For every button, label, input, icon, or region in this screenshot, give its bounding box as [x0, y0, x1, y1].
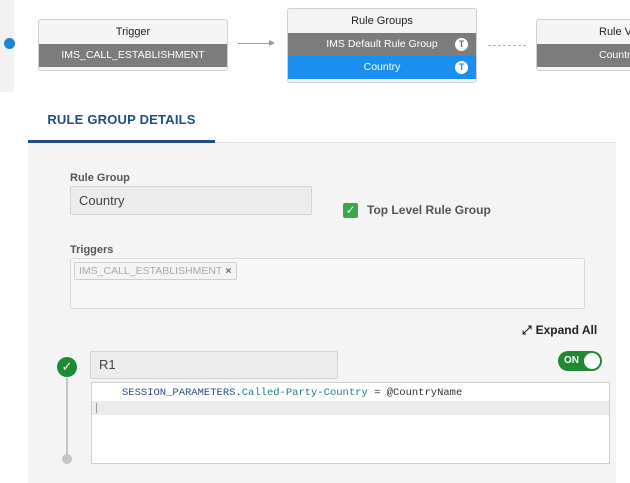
code-object: SESSION_PARAMETERS	[122, 387, 236, 399]
rule-editor-screen: Trigger IMS_CALL_ESTABLISHMENT Rule Grou…	[0, 0, 630, 483]
rule-group-item-country[interactable]: Country T	[288, 56, 476, 79]
rule-groups-node[interactable]: Rule Groups IMS Default Rule Group T Cou…	[287, 8, 477, 83]
flow-arrow	[238, 40, 275, 46]
top-level-icon: T	[455, 38, 468, 51]
top-level-checkbox[interactable]: ✓	[343, 203, 358, 218]
toggle-state-label: ON	[564, 355, 579, 366]
rule-group-item-label: IMS Default Rule Group	[326, 38, 438, 50]
code-operator: =	[367, 387, 387, 399]
chip-remove-icon[interactable]: ×	[225, 265, 231, 277]
text-cursor	[96, 403, 97, 413]
top-level-checkbox-label: Top Level Rule Group	[367, 203, 491, 217]
rule-timeline-end	[62, 454, 72, 464]
rule-values-node-title: Rule Va	[599, 26, 630, 38]
code-variable: @CountryName	[386, 387, 463, 399]
rule-group-name-field[interactable]: Country	[70, 186, 312, 215]
flow-rail	[0, 0, 15, 92]
rule-enabled-toggle[interactable]: ON	[558, 351, 602, 371]
rule-group-details-panel: Rule Group Country ✓ Top Level Rule Grou…	[28, 143, 616, 483]
rule-expression-editor[interactable]: SESSION_PARAMETERS.Called-Party-Country …	[91, 382, 610, 464]
triggers-label: Triggers	[70, 244, 114, 256]
rule-group-item-default[interactable]: IMS Default Rule Group T	[288, 33, 476, 56]
expand-all-label: Expand All	[535, 323, 598, 337]
rule-group-label: Rule Group	[70, 172, 130, 184]
rule-name-field[interactable]: R1	[90, 351, 338, 379]
rule-values-node-value[interactable]: Countr	[537, 44, 630, 67]
code-property: Called-Party-Country	[241, 387, 368, 399]
trigger-chip: IMS_CALL_ESTABLISHMENT ×	[74, 262, 237, 280]
trigger-chip-label: IMS_CALL_ESTABLISHMENT	[79, 265, 223, 277]
trigger-node-title: Trigger	[115, 26, 151, 38]
top-level-icon: T	[455, 61, 468, 74]
trigger-node[interactable]: Trigger IMS_CALL_ESTABLISHMENT	[38, 19, 228, 71]
flow-marker-dot[interactable]	[4, 38, 15, 49]
rule-groups-node-title: Rule Groups	[351, 15, 413, 27]
rule-values-node[interactable]: Rule Va Countr	[536, 19, 630, 71]
rule-timeline	[66, 378, 68, 456]
triggers-input[interactable]: IMS_CALL_ESTABLISHMENT ×	[70, 258, 585, 309]
tab-bar: RULE GROUP DETAILS	[28, 100, 616, 143]
editor-code-line: SESSION_PARAMETERS.Called-Party-Country …	[92, 386, 462, 400]
expand-all-button[interactable]: ⤢ Expand All	[522, 323, 597, 338]
editor-active-line	[92, 401, 609, 415]
flow-dashed-connector	[488, 45, 526, 46]
trigger-node-value[interactable]: IMS_CALL_ESTABLISHMENT	[39, 44, 227, 67]
rule-group-item-label: Country	[363, 61, 401, 73]
expand-icon: ⤢	[522, 323, 532, 337]
toggle-knob	[584, 353, 600, 369]
rule-valid-check-icon: ✓	[57, 357, 77, 377]
tab-rule-group-details[interactable]: RULE GROUP DETAILS	[28, 100, 215, 143]
